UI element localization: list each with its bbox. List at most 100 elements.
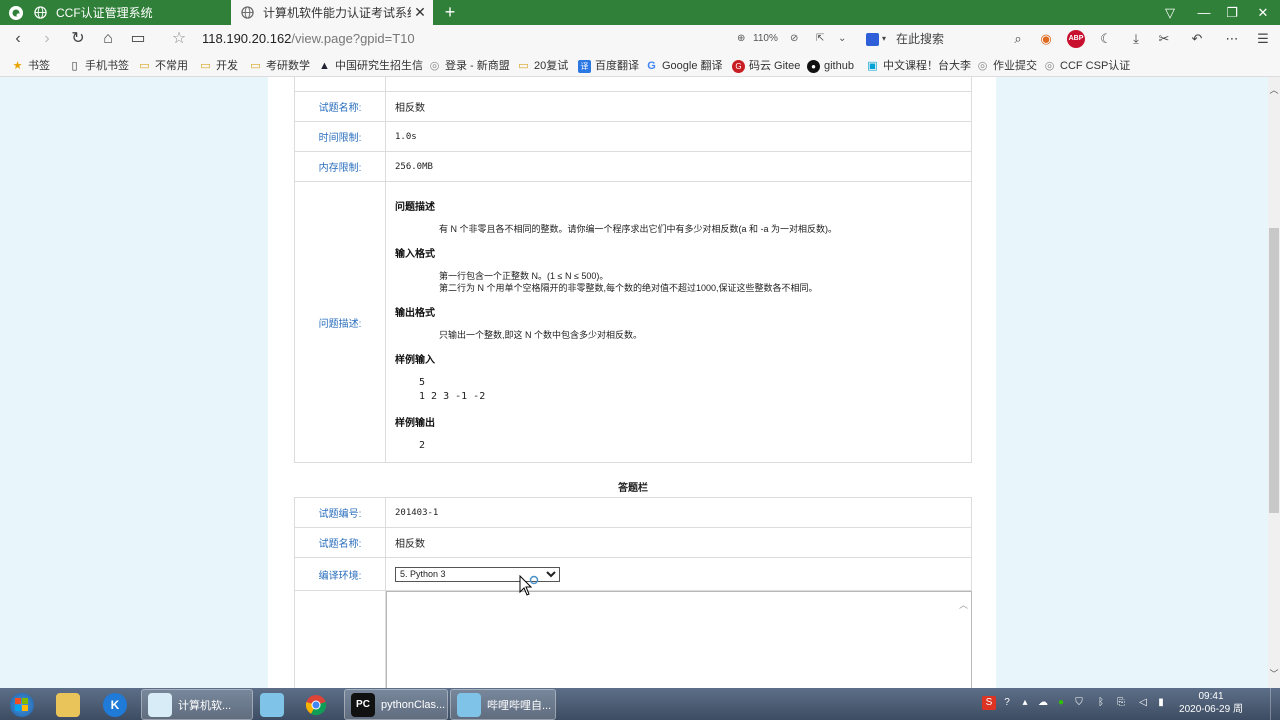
bookmark-item[interactable]: ▯ 手机书签	[68, 55, 129, 77]
more-icon[interactable]: ⋯	[1223, 30, 1241, 48]
volume-icon[interactable]: ◁	[1136, 696, 1150, 710]
answer-section-title: 答题栏	[618, 483, 648, 494]
help-icon[interactable]: ?	[1000, 696, 1014, 710]
sogou-ime-icon[interactable]: S	[982, 696, 996, 710]
bookmark-item[interactable]: ★ 书签	[11, 55, 50, 77]
usb-icon[interactable]: ⎘	[1114, 696, 1128, 710]
back-icon[interactable]: ‹	[7, 25, 29, 53]
zoom-icon[interactable]: ⊕	[737, 25, 745, 53]
search-icon[interactable]: ⌕	[1009, 30, 1027, 48]
bookmark-item[interactable]: ▲ 中国研究生招生信	[318, 55, 423, 77]
close-tab-icon[interactable]: ✕	[411, 4, 429, 21]
zoom-level[interactable]: 110%	[753, 25, 778, 53]
bookmark-item[interactable]: ◎ 登录 - 新商盟	[428, 55, 510, 77]
bluetooth-icon[interactable]: ᛒ	[1094, 696, 1108, 710]
table-row: 试题编号: 201403-1	[294, 497, 972, 528]
download-icon[interactable]: ⤓	[1127, 30, 1145, 48]
tab-label: CCF认证管理系统	[56, 6, 153, 20]
search-engine-icon[interactable]	[866, 32, 879, 46]
bookmark-item[interactable]: G 码云 Gitee	[732, 55, 800, 77]
new-tab-button[interactable]: +	[440, 2, 460, 22]
reader-icon[interactable]: ▭	[127, 25, 149, 53]
scroll-down-icon[interactable]: ﹀	[1268, 668, 1280, 680]
bookmark-item[interactable]: ▭ 开发	[199, 55, 238, 77]
bookmark-item[interactable]: 译百度翻译	[578, 55, 639, 77]
pycharm-taskbar-button[interactable]: PC pythonClas...	[344, 689, 448, 720]
home-icon[interactable]: ⌂	[97, 25, 119, 53]
taskbar-clock[interactable]: 09:412020-06-29 周一	[1176, 690, 1246, 720]
windows-logo-icon	[10, 692, 34, 717]
address-bar-row	[0, 25, 1280, 55]
restore-button[interactable]: ❐	[1215, 0, 1249, 25]
star-bookmark-icon[interactable]: ☆	[168, 25, 190, 53]
compile-env-label: 编译环境:	[294, 557, 386, 591]
reload-icon[interactable]: ↻	[67, 25, 89, 53]
bookmark-item[interactable]: ▭ 20复试	[517, 55, 568, 77]
chevron-up-icon[interactable]: ︿	[959, 598, 968, 611]
address-input[interactable]: 118.190.20.162/view.page?gpid=T10	[202, 25, 415, 53]
table-row: 内存限制: 256.0MB	[294, 151, 972, 182]
night-mode-icon[interactable]: ☾	[1097, 30, 1115, 48]
scroll-up-icon[interactable]: ︿	[1268, 84, 1280, 96]
code-textarea[interactable]: ︿	[386, 591, 972, 688]
browser-tab-bar: CCF认证管理系统 计算机软件能力认证考试系统 ✕ + ▽ — ❐ ✕	[0, 0, 1280, 25]
shield-icon[interactable]: ⛉	[1072, 696, 1086, 710]
kugou-taskbar-button[interactable]: K	[97, 689, 137, 720]
anime-app-taskbar-button[interactable]	[254, 689, 294, 720]
skin-icon[interactable]: ▽	[1153, 0, 1187, 25]
start-button[interactable]	[4, 689, 42, 720]
bilibili-icon	[457, 692, 481, 717]
bilibili-taskbar-button[interactable]: 哔哩哔哩自...	[450, 689, 556, 720]
table-row: 编译环境: 5. Python 3	[294, 557, 972, 591]
chrome-taskbar-button[interactable]	[298, 689, 338, 720]
cloud-icon[interactable]: ☁	[1036, 696, 1050, 710]
time-limit-value: 1.0s	[385, 121, 972, 152]
browser-icon	[148, 692, 172, 717]
show-desktop-button[interactable]	[1270, 688, 1280, 720]
problem-name-value: 相反数	[385, 91, 972, 122]
menu-icon[interactable]: ☰	[1254, 30, 1272, 48]
tray-expand-icon[interactable]: ▴	[1018, 696, 1032, 710]
chevron-down-icon[interactable]: ⌄	[838, 25, 846, 53]
gitee-icon: G	[732, 59, 745, 73]
bookmarks-bar: ★ 书签 ▯ 手机书签 ▭ 不常用 ▭ 开发 ▭ 考研数学 ▲ 中国研究生招生信 ◎ 登录 -…	[0, 55, 1280, 77]
close-window-button[interactable]: ✕	[1246, 0, 1280, 25]
screenshot-icon[interactable]: ✂	[1155, 30, 1173, 48]
explorer-taskbar-button[interactable]	[50, 689, 90, 720]
folder-icon: ▭	[518, 59, 529, 72]
chevron-down-icon[interactable]: ▾	[882, 25, 886, 53]
game-icon[interactable]: ◉	[1037, 30, 1055, 48]
bilibili-icon: ▣	[867, 59, 878, 72]
wechat-icon[interactable]: ●	[1054, 696, 1068, 710]
description-text: 有 N 个非零且各不相同的整数。请你编一个程序求出它们中有多少对相反数(a 和 …	[439, 224, 838, 234]
network-icon[interactable]: ▮	[1154, 696, 1168, 710]
tab-ccf-admin[interactable]: CCF认证管理系统	[0, 0, 228, 25]
bookmark-item[interactable]: ▭ 不常用	[138, 55, 188, 77]
tab-exam-system[interactable]: 计算机软件能力认证考试系统 ✕	[231, 0, 433, 25]
chrome-icon	[304, 693, 328, 717]
undo-icon[interactable]: ↶	[1188, 30, 1206, 48]
bookmark-item[interactable]: ▭ 考研数学	[249, 55, 310, 77]
bookmark-item[interactable]: ◎ 作业提交	[976, 55, 1037, 77]
folder-icon: ▭	[139, 59, 150, 72]
forward-icon[interactable]: ›	[36, 25, 58, 53]
translate-icon[interactable]: ⊘	[790, 25, 798, 53]
mouse-cursor-icon	[519, 575, 539, 596]
share-icon[interactable]: ⇱	[816, 25, 824, 53]
bookmark-item[interactable]: G Google 翻译	[645, 55, 722, 77]
folder-icon	[56, 692, 80, 717]
url-host: 118.190.20.162	[202, 31, 292, 46]
bookmark-item[interactable]: ▣ 中文课程！台大李	[866, 55, 971, 77]
memory-limit-value: 256.0MB	[385, 151, 972, 182]
search-input[interactable]: 在此搜索	[896, 25, 944, 53]
adblock-icon[interactable]: ABP	[1067, 30, 1085, 48]
scrollbar-thumb[interactable]	[1269, 228, 1279, 513]
phone-icon: ▯	[71, 59, 78, 72]
folder-icon: ▭	[200, 59, 211, 72]
bookmark-item[interactable]: ◎ CCF CSP认证	[1043, 55, 1131, 77]
url-path: /view.page?gpid=T10	[291, 31, 415, 46]
output-format-text: 只输出一个整数,即这 N 个数中包含多少对相反数。	[439, 330, 643, 340]
bookmark-item[interactable]: ● github	[807, 55, 854, 77]
search-box[interactable]: ▾ 在此搜索	[866, 25, 1026, 53]
browser-taskbar-button[interactable]: 计算机软...	[141, 689, 253, 720]
